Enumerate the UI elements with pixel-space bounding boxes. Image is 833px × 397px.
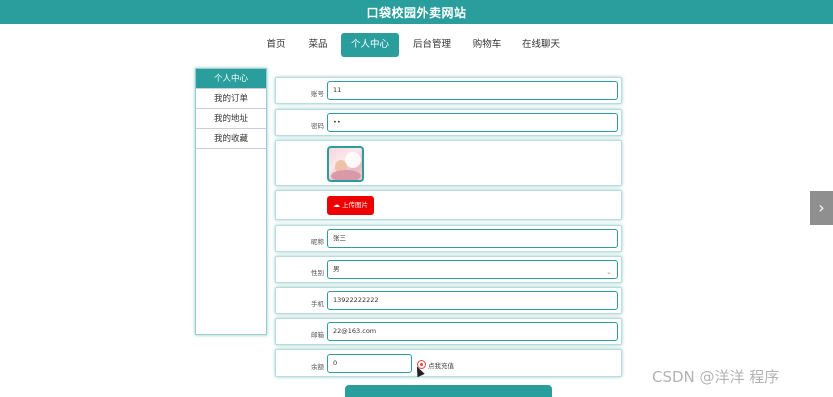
phone-row: 手机 13922222222 <box>275 287 622 314</box>
account-row: 账号 11 <box>275 77 622 104</box>
sidebar-item-my-orders[interactable]: 我的订单 <box>196 89 266 109</box>
main-nav: 首页 菜品 个人中心 后台管理 购物车 在线聊天 <box>0 33 833 57</box>
nav-dishes[interactable]: 菜品 <box>301 33 335 57</box>
password-input[interactable]: •• <box>327 113 618 132</box>
nickname-label: 昵称 <box>311 238 324 246</box>
phone-input[interactable]: 13922222222 <box>327 291 618 310</box>
gender-value: 男 <box>333 265 340 273</box>
gender-row: 性别 男 ⌄ <box>275 256 622 283</box>
account-input[interactable]: 11 <box>327 81 618 100</box>
cloud-upload-icon: ☁ <box>333 201 340 209</box>
password-row: 密码 •• <box>275 109 622 136</box>
chevron-right-icon[interactable]: › <box>810 191 833 225</box>
account-label: 账号 <box>311 90 324 98</box>
email-row: 邮箱 22@163.com <box>275 318 622 345</box>
chevron-down-icon: ⌄ <box>606 268 612 276</box>
balance-label: 余额 <box>311 363 324 371</box>
gender-label: 性别 <box>311 269 324 277</box>
avatar-row <box>275 140 622 186</box>
personal-sidebar: 个人中心 我的订单 我的地址 我的收藏 <box>195 68 267 335</box>
sidebar-item-personal-center[interactable]: 个人中心 <box>196 69 266 89</box>
header-bar: 口袋校园外卖网站 <box>0 0 833 24</box>
balance-input[interactable]: 0 <box>327 354 412 373</box>
nav-chat[interactable]: 在线聊天 <box>516 33 566 57</box>
recharge-link[interactable]: 点我充值 <box>428 360 454 370</box>
balance-row: 余额 0 点我充值 <box>275 349 622 377</box>
nav-home[interactable]: 首页 <box>259 33 293 57</box>
sidebar-item-my-address[interactable]: 我的地址 <box>196 109 266 129</box>
site-title: 口袋校园外卖网站 <box>366 6 467 20</box>
nav-admin[interactable]: 后台管理 <box>407 33 457 57</box>
upload-row: ☁ 上传图片 <box>275 190 622 220</box>
phone-label: 手机 <box>311 300 324 308</box>
submit-button[interactable] <box>345 385 552 397</box>
email-input[interactable]: 22@163.com <box>327 322 618 341</box>
nickname-input[interactable]: 张三 <box>327 229 618 248</box>
avatar-image[interactable] <box>327 146 364 182</box>
gender-select[interactable]: 男 ⌄ <box>327 260 618 279</box>
email-label: 邮箱 <box>311 331 324 339</box>
upload-label: 上传图片 <box>342 201 368 209</box>
nav-personal-center[interactable]: 个人中心 <box>341 33 399 57</box>
upload-image-button[interactable]: ☁ 上传图片 <box>327 196 374 215</box>
password-label: 密码 <box>311 122 324 130</box>
nickname-row: 昵称 张三 <box>275 225 622 252</box>
watermark: CSDN @洋洋 程序 <box>652 368 780 386</box>
nav-cart[interactable]: 购物车 <box>466 33 508 57</box>
sidebar-item-my-favorites[interactable]: 我的收藏 <box>196 129 266 149</box>
